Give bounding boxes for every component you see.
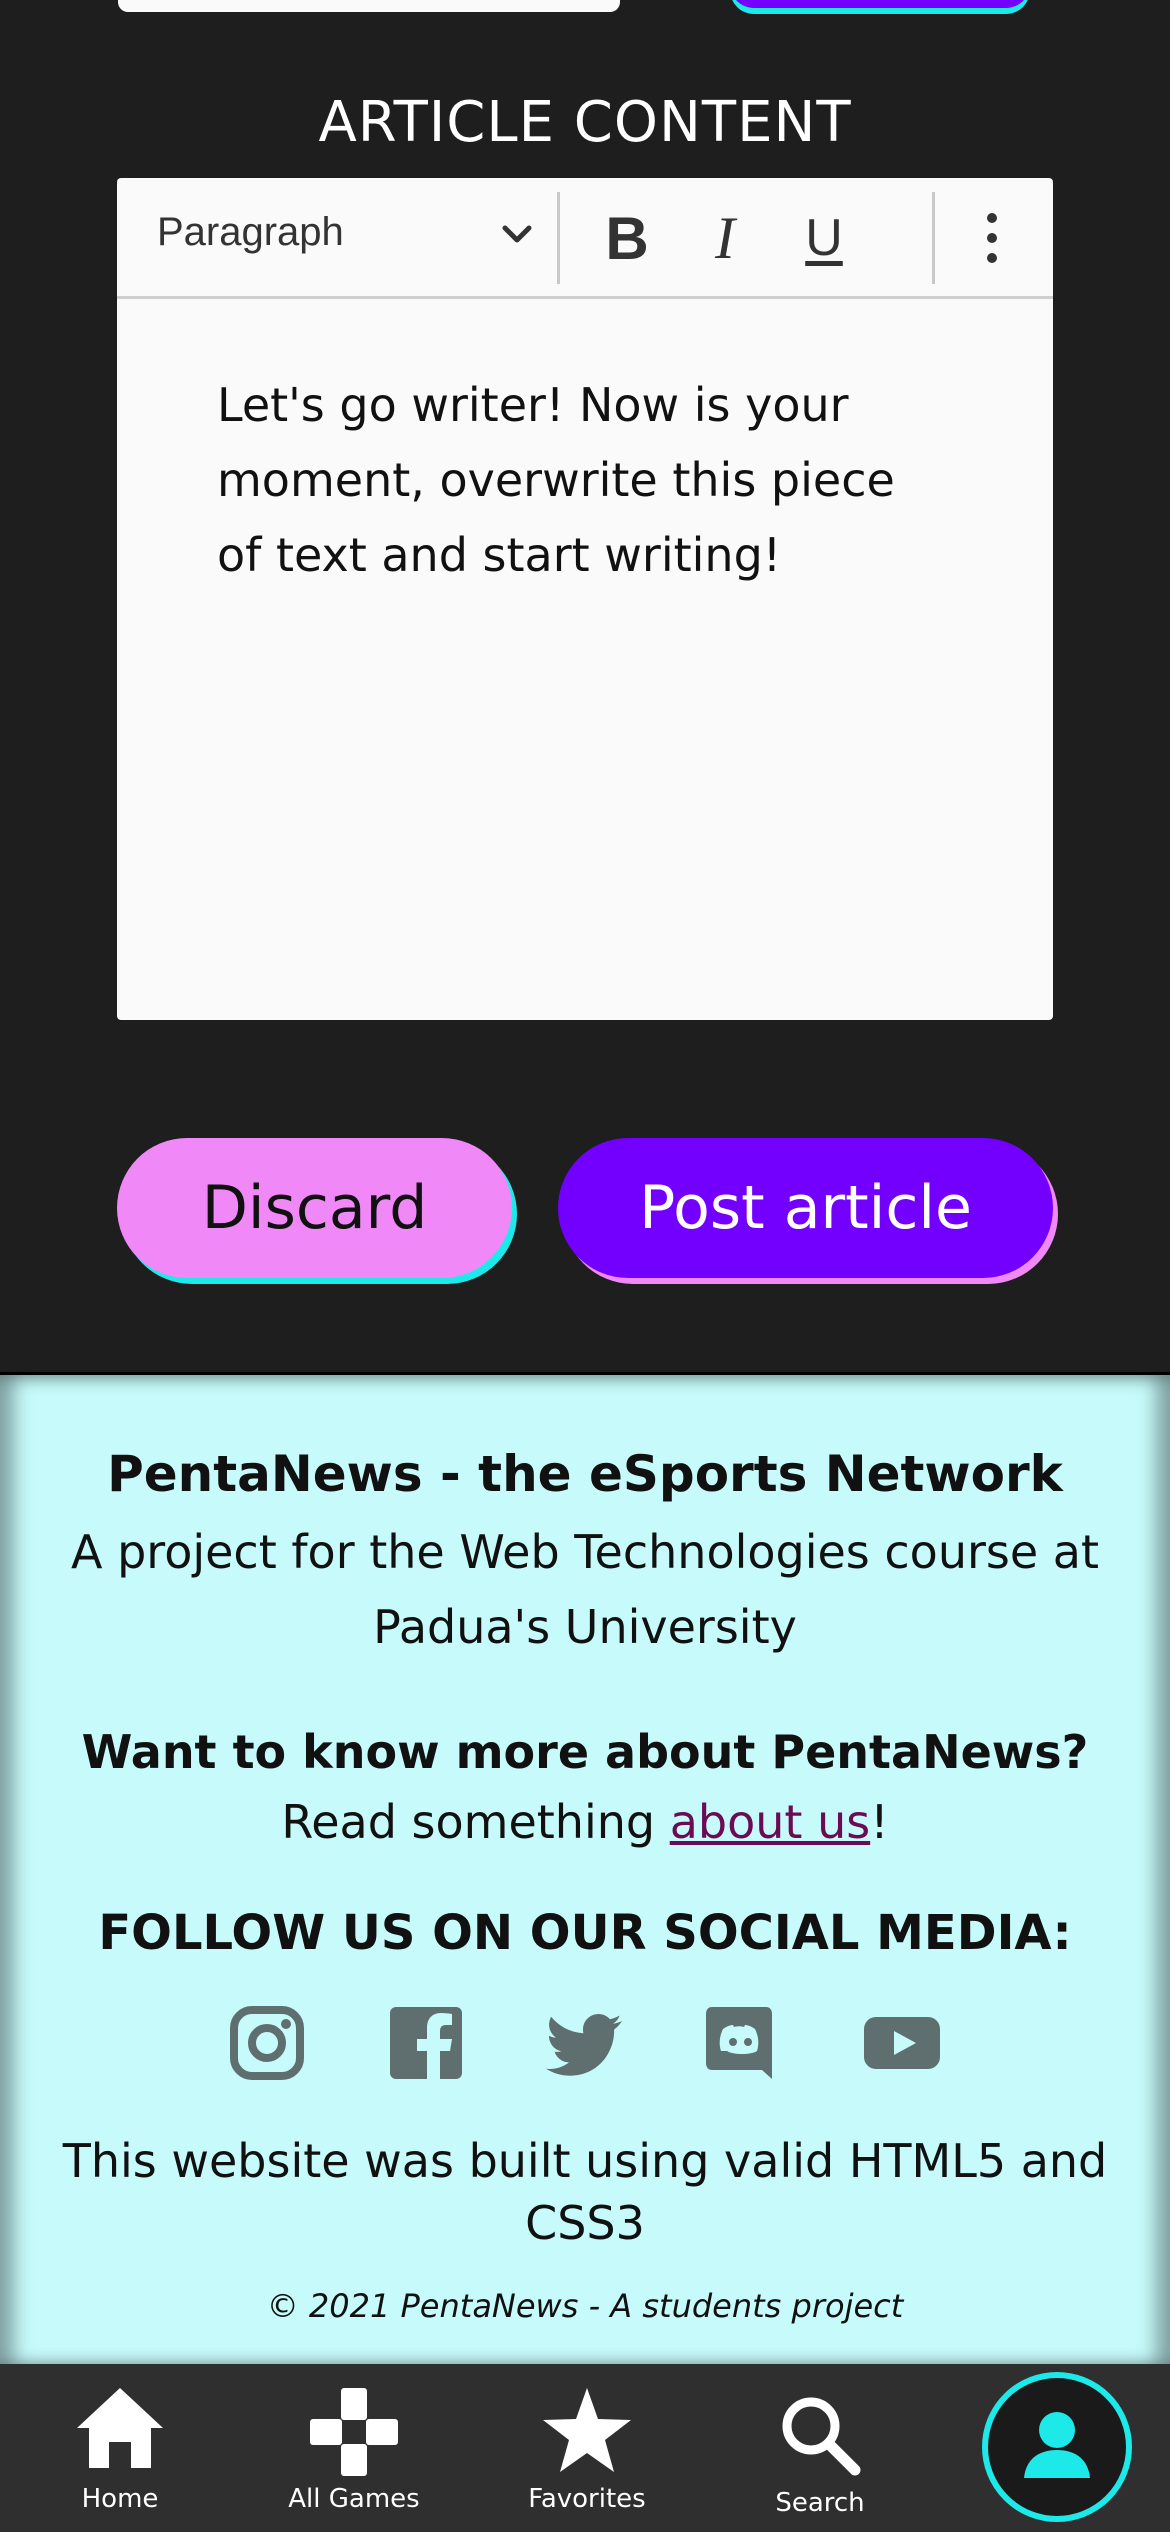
twitter-icon[interactable] <box>546 2005 622 2081</box>
post-article-button[interactable]: Post article <box>558 1138 1053 1278</box>
facebook-icon[interactable] <box>388 2005 464 2081</box>
discard-button[interactable]: Discard <box>117 1138 512 1278</box>
nav-home[interactable]: Home <box>20 2364 220 2532</box>
title-input[interactable] <box>118 0 620 12</box>
follow-title: FOLLOW US ON OUR SOCIAL MEDIA: <box>98 1905 1072 1961</box>
home-icon <box>77 2388 163 2468</box>
social-links <box>0 2005 1170 2085</box>
toolbar-divider <box>557 192 560 284</box>
read-prefix: Read something <box>281 1795 670 1849</box>
footer-read-line: Read something about us! <box>0 1795 1170 1849</box>
nav-favorites[interactable]: Favorites <box>487 2364 687 2532</box>
footer-more-title: Want to know more about PentaNews? <box>81 1725 1089 1779</box>
italic-button[interactable]: I <box>690 200 760 276</box>
top-action-button[interactable] <box>730 0 1030 8</box>
footer-description: A project for the Web Technologies cours… <box>71 1525 1099 1654</box>
editor-toolbar: Paragraph B I U <box>117 178 1053 299</box>
footer-built-note: This website was built using valid HTML5… <box>62 2134 1108 2250</box>
nav-home-label: Home <box>81 2484 159 2514</box>
gamepad-icon <box>310 2388 398 2476</box>
nav-all-games-label: All Games <box>288 2484 420 2514</box>
search-icon <box>782 2397 861 2476</box>
about-us-link[interactable]: about us <box>670 1795 870 1849</box>
star-icon <box>543 2388 631 2472</box>
nav-favorites-label: Favorites <box>528 2484 646 2514</box>
underline-button[interactable]: U <box>789 200 859 276</box>
footer-copyright: © 2021 PentaNews - A students project <box>266 2287 904 2325</box>
format-dropdown-label: Paragraph <box>157 210 344 254</box>
chevron-down-icon <box>502 225 532 243</box>
section-title: ARTICLE CONTENT <box>318 90 852 155</box>
bold-button[interactable]: B <box>592 200 662 276</box>
nav-all-games[interactable]: All Games <box>254 2364 454 2532</box>
nav-search[interactable]: Search <box>720 2364 920 2532</box>
rich-text-editor[interactable]: Paragraph B I U Let's go writer! Now is … <box>117 178 1053 1020</box>
toolbar-divider <box>932 192 935 284</box>
more-vertical-icon <box>987 213 997 263</box>
profile-button[interactable] <box>982 2372 1132 2522</box>
editor-content[interactable]: Let's go writer! Now is your moment, ove… <box>217 368 937 593</box>
discord-icon[interactable] <box>704 2005 780 2081</box>
site-footer: PentaNews - the eSports Network A projec… <box>0 1372 1170 2367</box>
more-options-button[interactable] <box>957 200 1027 276</box>
nav-search-label: Search <box>775 2488 865 2518</box>
bottom-navigation: Home All Games Favorites Search <box>0 2364 1170 2532</box>
footer-title: PentaNews - the eSports Network <box>107 1445 1063 1503</box>
instagram-icon[interactable] <box>229 2005 305 2081</box>
youtube-icon[interactable] <box>864 2005 940 2081</box>
read-suffix: ! <box>870 1795 889 1849</box>
user-icon <box>1024 2412 1090 2478</box>
format-dropdown[interactable]: Paragraph <box>157 210 537 266</box>
